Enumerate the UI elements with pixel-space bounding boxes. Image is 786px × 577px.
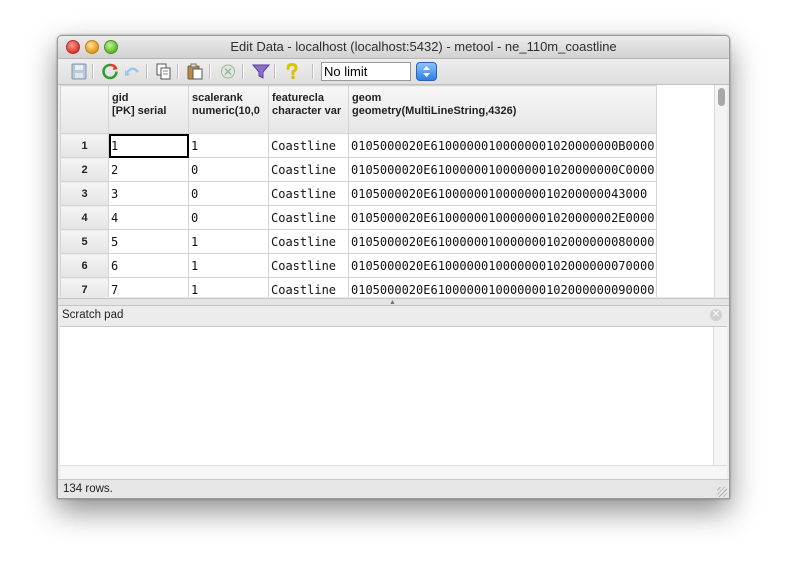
row-count: 134 rows. <box>63 483 113 495</box>
row-number[interactable]: 2 <box>60 157 109 182</box>
column-type: geometry(MultiLineString,4326) <box>352 105 517 117</box>
cell-scalerank[interactable]: 0 <box>188 157 269 182</box>
toolbar-separator <box>177 64 179 79</box>
splitter-grip-icon: ▲ <box>389 299 396 306</box>
scratch-pad-header: Scratch pad ✕ <box>58 306 729 325</box>
cell-geom[interactable]: 0105000020E61000000100000001020000000C00… <box>347 157 658 182</box>
cell-scalerank[interactable]: 1 <box>188 229 269 254</box>
cell-geom[interactable]: 0105000020E61000000100000001020000002E00… <box>347 205 658 230</box>
save-icon[interactable] <box>70 63 88 80</box>
minimize-window-button[interactable] <box>85 40 99 54</box>
toolbar-separator <box>209 64 211 79</box>
cell-gid[interactable]: 2 <box>108 157 189 182</box>
column-type: character var <box>272 105 342 117</box>
grid-vertical-scrollbar[interactable] <box>714 85 727 297</box>
cell-featurecla[interactable]: Coastline <box>268 157 349 182</box>
cell-featurecla[interactable]: Coastline <box>268 181 349 206</box>
refresh-icon[interactable] <box>101 63 119 80</box>
resize-grip-icon[interactable] <box>717 487 727 497</box>
delete-icon[interactable] <box>219 63 237 80</box>
column-name: gid <box>112 92 129 104</box>
cell-featurecla[interactable]: Coastline <box>268 253 349 278</box>
column-name: featurecla <box>272 92 324 104</box>
close-window-button[interactable] <box>66 40 80 54</box>
corner-header[interactable] <box>60 85 109 134</box>
cell-featurecla[interactable]: Coastline <box>268 205 349 230</box>
edit-data-window: Edit Data - localhost (localhost:5432) -… <box>57 35 730 499</box>
close-icon[interactable]: ✕ <box>710 309 722 321</box>
cell-gid[interactable]: 5 <box>108 229 189 254</box>
column-type: numeric(10,0 <box>192 105 260 117</box>
toolbar-separator <box>242 64 244 79</box>
up-down-arrows-icon <box>423 66 430 77</box>
column-type: [PK] serial <box>112 105 167 117</box>
cell-featurecla[interactable]: Coastline <box>268 133 349 158</box>
cell-geom[interactable]: 0105000020E61000000100000001020000000900… <box>347 277 658 297</box>
row-number[interactable]: 5 <box>60 229 109 254</box>
cell-geom[interactable]: 0105000020E61000000100000001020000000700… <box>347 253 658 278</box>
cell-gid[interactable]: 3 <box>108 181 189 206</box>
row-number[interactable]: 4 <box>60 205 109 230</box>
copy-icon[interactable] <box>155 63 173 80</box>
row-number[interactable]: 1 <box>60 133 109 158</box>
table-row: 5 5 1 Coastline 0105000020E6100000010000… <box>60 229 658 254</box>
row-number[interactable]: 3 <box>60 181 109 206</box>
data-table: gid [PK] serial scalerank numeric(10,0 f… <box>60 85 658 297</box>
table-row: 2 2 0 Coastline 0105000020E6100000010000… <box>60 157 658 182</box>
window-title: Edit Data - localhost (localhost:5432) -… <box>230 39 617 54</box>
header-row: gid [PK] serial scalerank numeric(10,0 f… <box>60 85 658 134</box>
cell-featurecla[interactable]: Coastline <box>268 277 349 297</box>
scrollbar-thumb[interactable] <box>718 88 725 106</box>
cell-geom[interactable]: 0105000020E61000000100000001020000004300… <box>347 181 658 206</box>
paste-icon[interactable] <box>186 63 204 80</box>
table-row: 3 3 0 Coastline 0105000020E6100000010000… <box>60 181 658 206</box>
cell-scalerank[interactable]: 1 <box>188 253 269 278</box>
zoom-window-button[interactable] <box>104 40 118 54</box>
cell-featurecla[interactable]: Coastline <box>268 229 349 254</box>
toolbar-separator <box>312 64 314 79</box>
help-icon[interactable] <box>283 63 301 80</box>
data-grid[interactable]: gid [PK] serial scalerank numeric(10,0 f… <box>60 85 727 297</box>
toolbar: No limit <box>58 59 729 85</box>
title-bar[interactable]: Edit Data - localhost (localhost:5432) -… <box>58 36 729 59</box>
column-header-gid[interactable]: gid [PK] serial <box>108 85 189 134</box>
cell-scalerank[interactable]: 0 <box>188 205 269 230</box>
undo-icon[interactable] <box>123 63 141 80</box>
scratch-pad-title: Scratch pad <box>62 309 124 321</box>
table-row: 6 6 1 Coastline 0105000020E6100000010000… <box>60 253 658 278</box>
filter-icon[interactable] <box>252 63 270 80</box>
toolbar-separator <box>146 64 148 79</box>
cell-scalerank[interactable]: 1 <box>188 277 269 297</box>
cell-scalerank[interactable]: 1 <box>188 133 269 158</box>
status-bar: 134 rows. <box>58 479 729 498</box>
scratch-pad-horizontal-scrollbar[interactable] <box>60 465 727 479</box>
column-name: geom <box>352 92 382 104</box>
cell-gid[interactable]: 1 <box>108 133 189 158</box>
cell-gid[interactable]: 7 <box>108 277 189 297</box>
cell-gid[interactable]: 6 <box>108 253 189 278</box>
row-limit-stepper[interactable] <box>416 62 437 81</box>
cell-gid[interactable]: 4 <box>108 205 189 230</box>
row-number[interactable]: 6 <box>60 253 109 278</box>
scratch-pad-vertical-scrollbar[interactable] <box>713 327 727 465</box>
column-header-featurecla[interactable]: featurecla character var <box>268 85 349 134</box>
cell-geom[interactable]: 0105000020E61000000100000001020000000800… <box>347 229 658 254</box>
table-row: 7 7 1 Coastline 0105000020E6100000010000… <box>60 277 658 297</box>
cell-geom[interactable]: 0105000020E61000000100000001020000000B00… <box>347 133 658 158</box>
pane-splitter[interactable]: ▲ <box>58 298 729 306</box>
row-number[interactable]: 7 <box>60 277 109 297</box>
table-row: 4 4 0 Coastline 0105000020E6100000010000… <box>60 205 658 230</box>
scratch-pad-textarea[interactable] <box>60 326 727 479</box>
toolbar-separator <box>92 64 94 79</box>
column-name: scalerank <box>192 92 243 104</box>
toolbar-separator <box>274 64 276 79</box>
column-header-scalerank[interactable]: scalerank numeric(10,0 <box>188 85 269 134</box>
table-row: 1 1 1 Coastline 0105000020E6100000010000… <box>60 133 658 158</box>
cell-scalerank[interactable]: 0 <box>188 181 269 206</box>
row-limit-select[interactable]: No limit <box>321 62 411 81</box>
column-header-geom[interactable]: geom geometry(MultiLineString,4326) <box>347 85 658 134</box>
